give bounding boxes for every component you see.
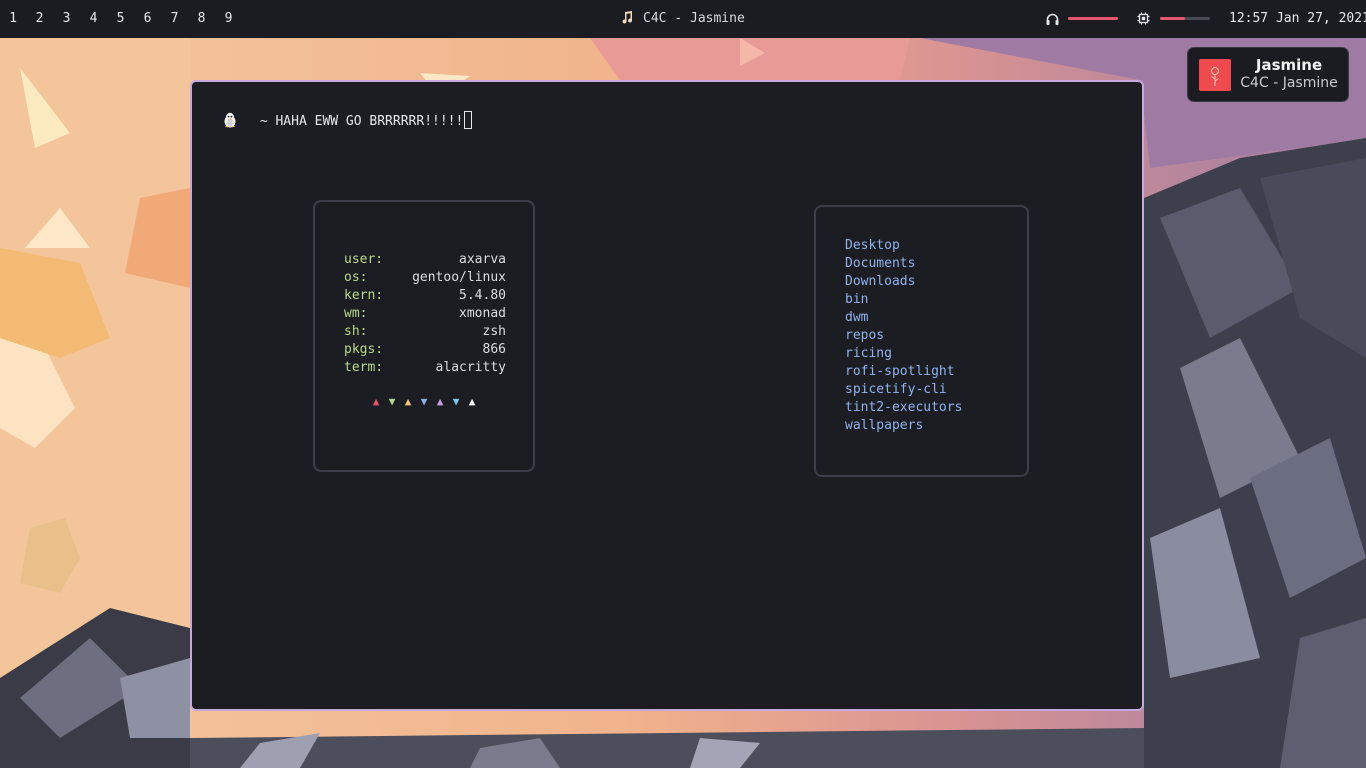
info-key: kern:	[344, 288, 384, 303]
workspace-5[interactable]: 5	[107, 0, 134, 38]
directory-item[interactable]: rofi-spotlight	[845, 363, 962, 381]
workspace-8[interactable]: 8	[188, 0, 215, 38]
workspace-1[interactable]: 1	[0, 0, 26, 38]
workspace-3[interactable]: 3	[53, 0, 80, 38]
info-value: 5.4.80	[459, 288, 506, 303]
notification-title: Jasmine	[1255, 56, 1323, 74]
cpu-usage-bar	[1160, 17, 1210, 20]
palette-swatch: ▲	[372, 395, 380, 408]
terminal-window[interactable]: ~ HAHA EWW GO BRRRRRR!!!!! user: axarva os…	[190, 80, 1144, 711]
directory-item[interactable]: dwm	[845, 309, 962, 327]
system-info-row: term: alacritty	[344, 359, 506, 377]
headphones-icon[interactable]	[1046, 13, 1059, 25]
directory-item[interactable]: Downloads	[845, 273, 962, 291]
directory-item[interactable]: spicetify-cli	[845, 381, 962, 399]
info-key: pkgs:	[344, 342, 384, 357]
directory-list: Desktop Documents Downloads bin dwm repos rici…	[845, 237, 962, 435]
text-cursor	[464, 111, 473, 129]
now-playing-button[interactable]: C4C - Jasmine	[621, 11, 745, 26]
workspace-7[interactable]: 7	[161, 0, 188, 38]
info-value: gentoo/linux	[412, 270, 506, 285]
palette-swatch: ▼	[452, 395, 460, 408]
palette-swatch: ▲	[436, 395, 444, 408]
directory-item[interactable]: ricing	[845, 345, 962, 363]
directory-item[interactable]: bin	[845, 291, 962, 309]
palette-swatch: ▲	[468, 395, 476, 408]
cpu-icon	[1137, 12, 1150, 25]
color-palette: ▲ ▼ ▲ ▼ ▲ ▼ ▲	[368, 395, 480, 409]
info-key: os:	[344, 270, 368, 285]
command-text[interactable]: HAHA EWW GO BRRRRRR!!!!!	[275, 114, 463, 129]
tux-penguin-icon	[224, 112, 236, 128]
info-value: alacritty	[435, 360, 506, 375]
info-key: wm:	[344, 306, 368, 321]
system-info-row: sh: zsh	[344, 323, 506, 341]
info-value: xmonad	[459, 306, 506, 321]
workspace-list: 1 2 3 4 5 6 7 8 9	[0, 0, 242, 38]
directory-panel: Desktop Documents Downloads bin dwm repos rici…	[814, 205, 1029, 477]
cpu-usage-level	[1160, 17, 1185, 20]
now-playing-label: C4C - Jasmine	[643, 11, 745, 26]
palette-swatch: ▲	[404, 395, 412, 408]
system-info-row: os: gentoo/linux	[344, 269, 506, 287]
info-value: 866	[482, 342, 506, 357]
system-info-panel: user: axarva os: gentoo/linux kern: 5.4.80 wm:…	[313, 200, 535, 472]
system-info-row: user: axarva	[344, 251, 506, 269]
volume-slider[interactable]	[1068, 17, 1118, 20]
info-key: user:	[344, 252, 384, 267]
directory-item[interactable]: Desktop	[845, 237, 962, 255]
info-key: term:	[344, 360, 384, 375]
palette-swatch: ▼	[420, 395, 428, 408]
album-art	[1199, 59, 1231, 91]
system-info-row: pkgs: 866	[344, 341, 506, 359]
directory-item[interactable]: repos	[845, 327, 962, 345]
clock: 12:57 Jan 27, 2021	[1229, 11, 1366, 26]
rose-icon	[1211, 67, 1219, 86]
workspace-6[interactable]: 6	[134, 0, 161, 38]
workspace-4[interactable]: 4	[80, 0, 107, 38]
directory-item[interactable]: Documents	[845, 255, 962, 273]
volume-level	[1068, 17, 1118, 20]
music-note-icon	[622, 11, 633, 24]
directory-item[interactable]: wallpapers	[845, 417, 962, 435]
info-value: zsh	[482, 324, 506, 339]
notification-body: C4C - Jasmine	[1240, 75, 1338, 91]
info-key: sh:	[344, 324, 368, 339]
workspace-9[interactable]: 9	[215, 0, 242, 38]
system-info-row: kern: 5.4.80	[344, 287, 506, 305]
directory-item[interactable]: tint2-executors	[845, 399, 962, 417]
prompt-symbol: ~	[259, 114, 268, 129]
workspace-2[interactable]: 2	[26, 0, 53, 38]
system-info-row: wm: xmonad	[344, 305, 506, 323]
info-value: axarva	[459, 252, 506, 267]
status-bar: 1 2 3 4 5 6 7 8 9 C4C - Jasmine 12:57 Ja…	[0, 0, 1366, 38]
palette-swatch: ▼	[388, 395, 396, 408]
shell-prompt: ~ HAHA EWW GO BRRRRRR!!!!!	[222, 111, 473, 131]
notification-popup[interactable]: Jasmine C4C - Jasmine	[1187, 47, 1349, 102]
